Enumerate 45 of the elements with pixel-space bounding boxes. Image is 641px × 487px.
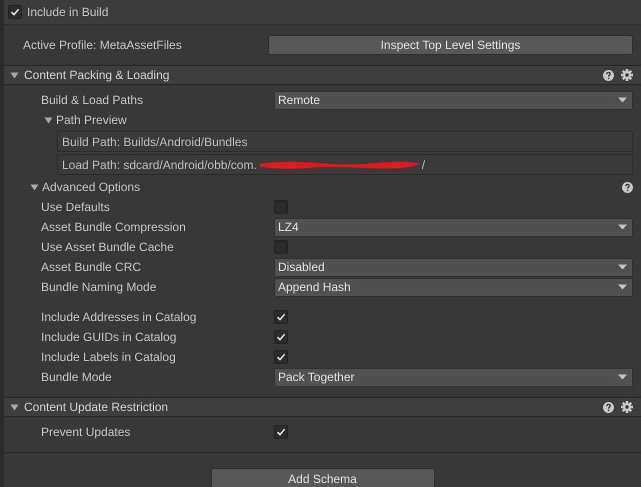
foldout-arrow-icon[interactable] <box>10 402 19 412</box>
help-icon[interactable] <box>622 182 633 192</box>
field-label: Use Defaults <box>40 200 111 214</box>
dropdown[interactable]: Pack Together <box>274 368 633 386</box>
section-header[interactable]: Content Update Restriction <box>4 397 641 417</box>
checkbox[interactable] <box>274 425 288 439</box>
help-icon[interactable] <box>603 70 614 80</box>
caret-icon[interactable] <box>618 224 627 230</box>
field-label: Asset Bundle Compression <box>40 220 187 234</box>
checkbox[interactable] <box>8 5 22 19</box>
caret-icon[interactable] <box>618 264 627 270</box>
dropdown[interactable]: Append Hash <box>274 278 633 296</box>
help-icon[interactable] <box>603 402 614 412</box>
field-label: Prevent Updates <box>40 425 132 439</box>
checkbox-label: Include in Build <box>27 5 108 19</box>
path-field[interactable]: Load Path: sdcard/Android/obb/com. / <box>57 154 633 175</box>
settings-icon[interactable] <box>621 401 633 413</box>
add-schema-button[interactable]: Add Schema <box>210 468 434 487</box>
caret-icon[interactable] <box>618 284 627 290</box>
field-label: Build & Load Paths <box>40 93 144 107</box>
checkbox[interactable] <box>274 310 288 324</box>
field-label: Asset Bundle CRC <box>40 260 142 274</box>
foldout-arrow-icon[interactable] <box>30 182 39 192</box>
settings-icon[interactable] <box>621 69 633 81</box>
foldout-label[interactable]: Path Preview <box>56 113 127 127</box>
dropdown[interactable]: Disabled <box>274 258 633 276</box>
path-field[interactable]: Build Path: Builds/Android/Bundles <box>57 131 633 152</box>
foldout-arrow-icon[interactable] <box>44 116 53 124</box>
dropdown[interactable]: LZ4 <box>274 218 633 236</box>
field-label: Include GUIDs in Catalog <box>40 330 178 344</box>
caret-icon[interactable] <box>618 374 627 380</box>
checkbox[interactable] <box>274 330 288 344</box>
inspect-settings-button[interactable]: Inspect Top Level Settings <box>268 35 633 55</box>
active-profile-label: Active Profile: MetaAssetFiles <box>23 38 183 52</box>
field-label: Include Labels in Catalog <box>40 350 177 364</box>
dropdown[interactable]: Remote <box>274 90 633 110</box>
section-header[interactable]: Content Packing & Loading <box>4 65 641 85</box>
foldout-arrow-icon[interactable] <box>10 70 19 80</box>
foldout-label[interactable]: Advanced Options <box>42 180 140 194</box>
field-label: Use Asset Bundle Cache <box>40 240 175 254</box>
checkbox[interactable] <box>274 350 288 364</box>
field-label: Bundle Naming Mode <box>40 280 158 294</box>
field-label: Include Addresses in Catalog <box>40 310 198 324</box>
field-label: Bundle Mode <box>40 370 113 384</box>
caret-icon[interactable] <box>618 97 627 103</box>
